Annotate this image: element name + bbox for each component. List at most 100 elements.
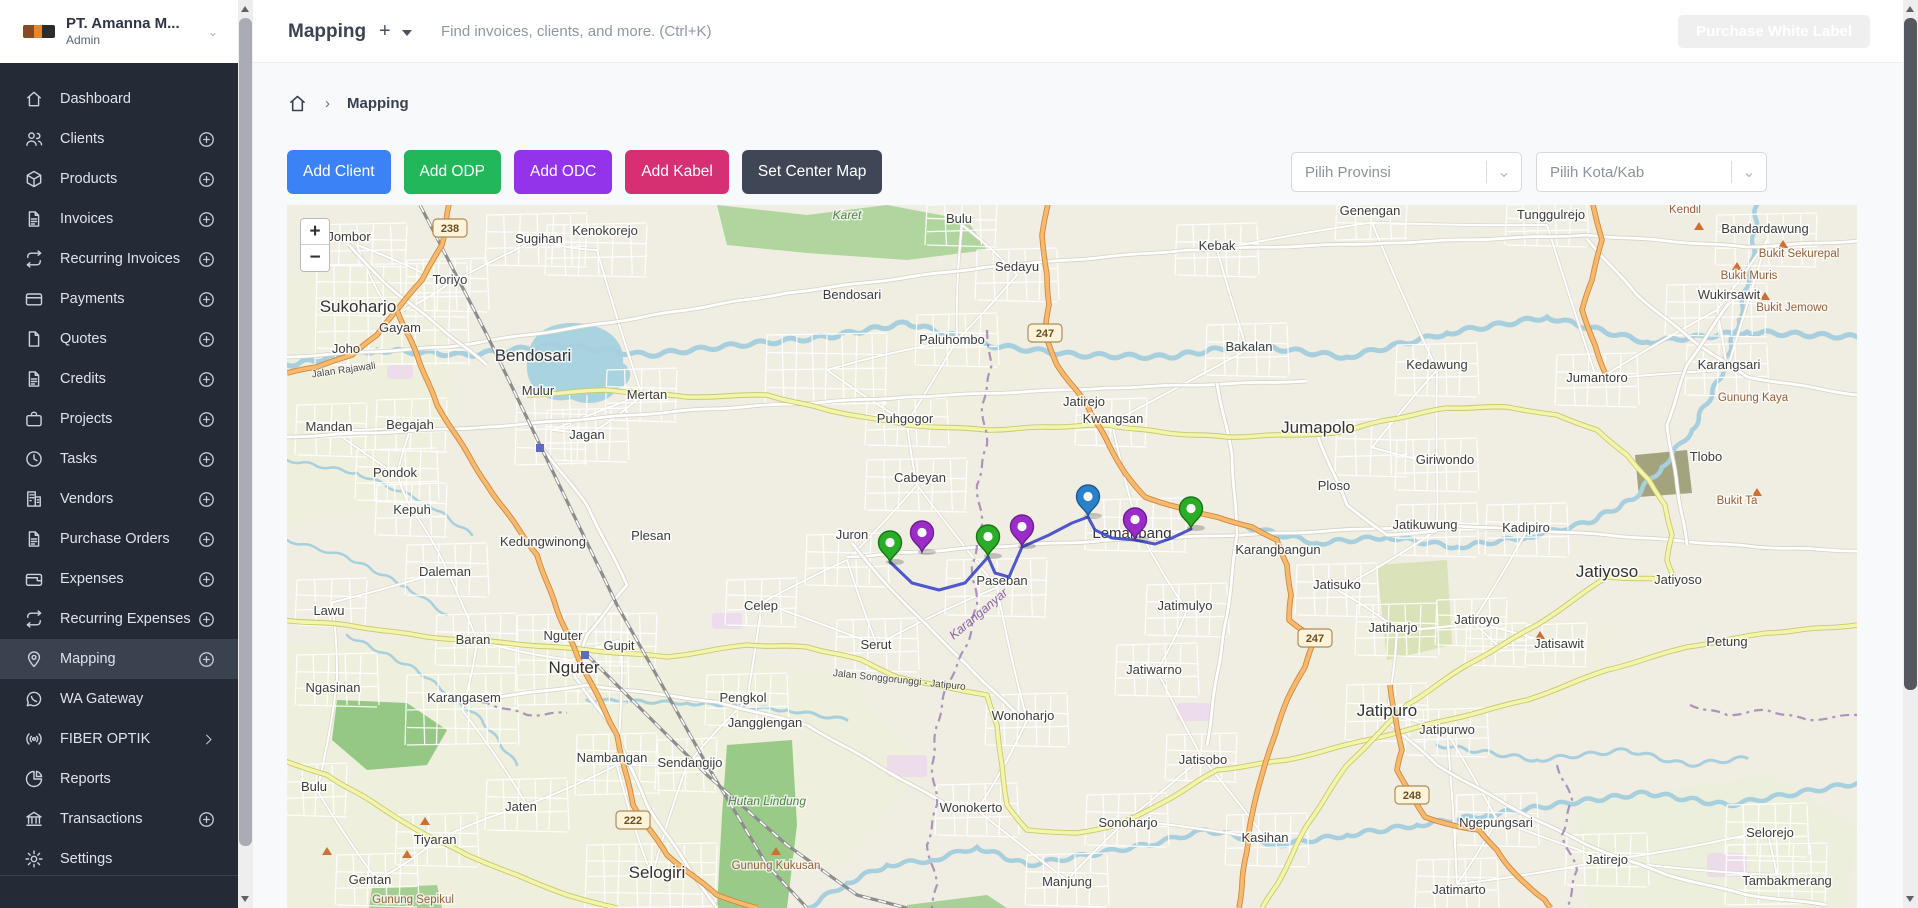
- purchase-white-label-button[interactable]: Purchase White Label: [1678, 15, 1870, 48]
- map-label-nambangan: Nambangan: [577, 750, 648, 765]
- select-kota-kab[interactable]: Pilih Kota/Kab ⌄: [1536, 152, 1767, 192]
- plus-circle-icon[interactable]: [197, 570, 216, 589]
- sidebar-item-settings[interactable]: Settings: [0, 839, 238, 879]
- map-marker-green[interactable]: [879, 531, 905, 565]
- chevron-down-icon[interactable]: ⌄: [1732, 162, 1766, 182]
- set-center-map-button[interactable]: Set Center Map: [742, 150, 883, 194]
- sidebar-item-projects[interactable]: Projects: [0, 399, 238, 439]
- sidebar-item-recurring-invoices[interactable]: Recurring Invoices: [0, 239, 238, 279]
- map-label-gentan: Gentan: [349, 872, 392, 887]
- home-icon[interactable]: [287, 93, 308, 114]
- route-badge: 222: [616, 811, 650, 829]
- map-label-kepuh: Kepuh: [393, 502, 431, 517]
- sidebar-item-label: Dashboard: [60, 91, 131, 107]
- window-scrollbar[interactable]: [1903, 0, 1918, 908]
- select-provinsi-placeholder: Pilih Provinsi: [1305, 164, 1486, 181]
- chevron-down-icon[interactable]: ⌄: [208, 25, 218, 39]
- select-provinsi[interactable]: Pilih Provinsi ⌄: [1291, 152, 1522, 192]
- add-kabel-button[interactable]: Add Kabel: [625, 150, 729, 194]
- plus-circle-icon[interactable]: [197, 290, 216, 309]
- plus-circle-icon[interactable]: [197, 170, 216, 189]
- map-label-tunggulrejo: Tunggulrejo: [1517, 207, 1585, 222]
- plus-circle-icon[interactable]: [197, 250, 216, 269]
- sidebar-scrollbar[interactable]: [238, 0, 253, 908]
- sidebar-item-wa-gateway[interactable]: WA Gateway: [0, 679, 238, 719]
- map-label-sugihan: Sugihan: [515, 231, 563, 246]
- sidebar-item-tasks[interactable]: Tasks: [0, 439, 238, 479]
- sidebar-item-label: Credits: [60, 371, 106, 387]
- map-marker-green[interactable]: [1180, 497, 1206, 531]
- add-client-button[interactable]: Add Client: [287, 150, 391, 194]
- sidebar-item-products[interactable]: Products: [0, 159, 238, 199]
- map-label-kadipiro: Kadipiro: [1502, 520, 1550, 535]
- whatsapp-icon: [24, 689, 44, 709]
- scroll-down-icon[interactable]: [241, 896, 249, 902]
- map-marker-blue[interactable]: [1077, 485, 1103, 519]
- sidebar-item-vendors[interactable]: Vendors: [0, 479, 238, 519]
- sidebar-divider: [0, 875, 238, 876]
- plus-circle-icon[interactable]: [197, 450, 216, 469]
- map-label-wonokerto: Wonokerto: [940, 800, 1003, 815]
- sidebar-item-clients[interactable]: Clients: [0, 119, 238, 159]
- sidebar-item-mapping[interactable]: Mapping: [0, 639, 238, 679]
- map-label-jatirejo: Jatirejo: [1586, 852, 1628, 867]
- file-text-icon: [24, 209, 44, 229]
- sidebar-item-recurring-expenses[interactable]: Recurring Expenses: [0, 599, 238, 639]
- scroll-down-icon[interactable]: [1906, 896, 1914, 902]
- zoom-in-button[interactable]: +: [301, 219, 329, 245]
- scrollbar-thumb[interactable]: [239, 18, 252, 846]
- sidebar-item-credits[interactable]: Credits: [0, 359, 238, 399]
- map-label-jangglengan: Jangglengan: [728, 715, 802, 730]
- map-label-wukirsawit: Wukirsawit: [1698, 287, 1761, 302]
- new-entity-button[interactable]: +: [379, 20, 391, 43]
- plus-circle-icon[interactable]: [197, 370, 216, 389]
- chevron-down-icon[interactable]: ⌄: [1487, 162, 1521, 182]
- plus-circle-icon[interactable]: [197, 650, 216, 669]
- plus-circle-icon[interactable]: [197, 330, 216, 349]
- map-label-jumapolo: Jumapolo: [1281, 418, 1355, 437]
- map-label-manjung: Manjung: [1042, 874, 1092, 889]
- sidebar-item-transactions[interactable]: Transactions: [0, 799, 238, 839]
- sidebar-item-purchase-orders[interactable]: Purchase Orders: [0, 519, 238, 559]
- zoom-out-button[interactable]: −: [301, 245, 329, 271]
- breadcrumb-current: Mapping: [347, 95, 409, 112]
- map-label-gupit: Gupit: [603, 638, 634, 653]
- add-odp-button[interactable]: Add ODP: [404, 150, 501, 194]
- scroll-up-icon[interactable]: [241, 6, 249, 12]
- plus-circle-icon[interactable]: [197, 410, 216, 429]
- map-marker-green[interactable]: [977, 525, 1003, 559]
- map-canvas[interactable]: 238247247222248KaretBuluGenenganTunggulr…: [287, 205, 1857, 908]
- sidebar-item-expenses[interactable]: Expenses: [0, 559, 238, 599]
- sidebar-item-label: Products: [60, 171, 117, 187]
- file-text-icon: [24, 369, 44, 389]
- plus-circle-icon[interactable]: [197, 130, 216, 149]
- plus-circle-icon[interactable]: [197, 530, 216, 549]
- box-icon: [24, 169, 44, 189]
- sidebar-item-fiber-optik[interactable]: FIBER OPTIK: [0, 719, 238, 759]
- plus-circle-icon[interactable]: [197, 490, 216, 509]
- chevron-right-icon[interactable]: [201, 732, 216, 747]
- map-label-gunung-kaya: Gunung Kaya: [1718, 392, 1789, 404]
- map-label-bukit-ta: Bukit Ta: [1717, 495, 1758, 507]
- map-label-tiyaran: Tiyaran: [414, 832, 457, 847]
- map-label-cabeyan: Cabeyan: [894, 470, 946, 485]
- sidebar-item-reports[interactable]: Reports: [0, 759, 238, 799]
- company-switcher[interactable]: PT. Amanna M... Admin ⌄: [0, 0, 238, 63]
- sidebar-item-dashboard[interactable]: Dashboard: [0, 79, 238, 119]
- plus-circle-icon[interactable]: [197, 210, 216, 229]
- sidebar-item-quotes[interactable]: Quotes: [0, 319, 238, 359]
- scrollbar-thumb[interactable]: [1904, 18, 1917, 690]
- scroll-up-icon[interactable]: [1906, 6, 1914, 12]
- search-input[interactable]: [441, 14, 1141, 48]
- map-label-selorejo: Selorejo: [1746, 825, 1794, 840]
- sidebar-item-payments[interactable]: Payments: [0, 279, 238, 319]
- add-odc-button[interactable]: Add ODC: [514, 150, 612, 194]
- company-name: PT. Amanna M...: [66, 15, 180, 34]
- plus-circle-icon[interactable]: [197, 610, 216, 629]
- sidebar-item-invoices[interactable]: Invoices: [0, 199, 238, 239]
- sidebar-item-label: Projects: [60, 411, 112, 427]
- plus-circle-icon[interactable]: [197, 810, 216, 829]
- sidebar-item-label: Recurring Expenses: [60, 611, 191, 627]
- caret-down-icon[interactable]: [402, 30, 412, 36]
- sidebar-item-label: Invoices: [60, 211, 113, 227]
